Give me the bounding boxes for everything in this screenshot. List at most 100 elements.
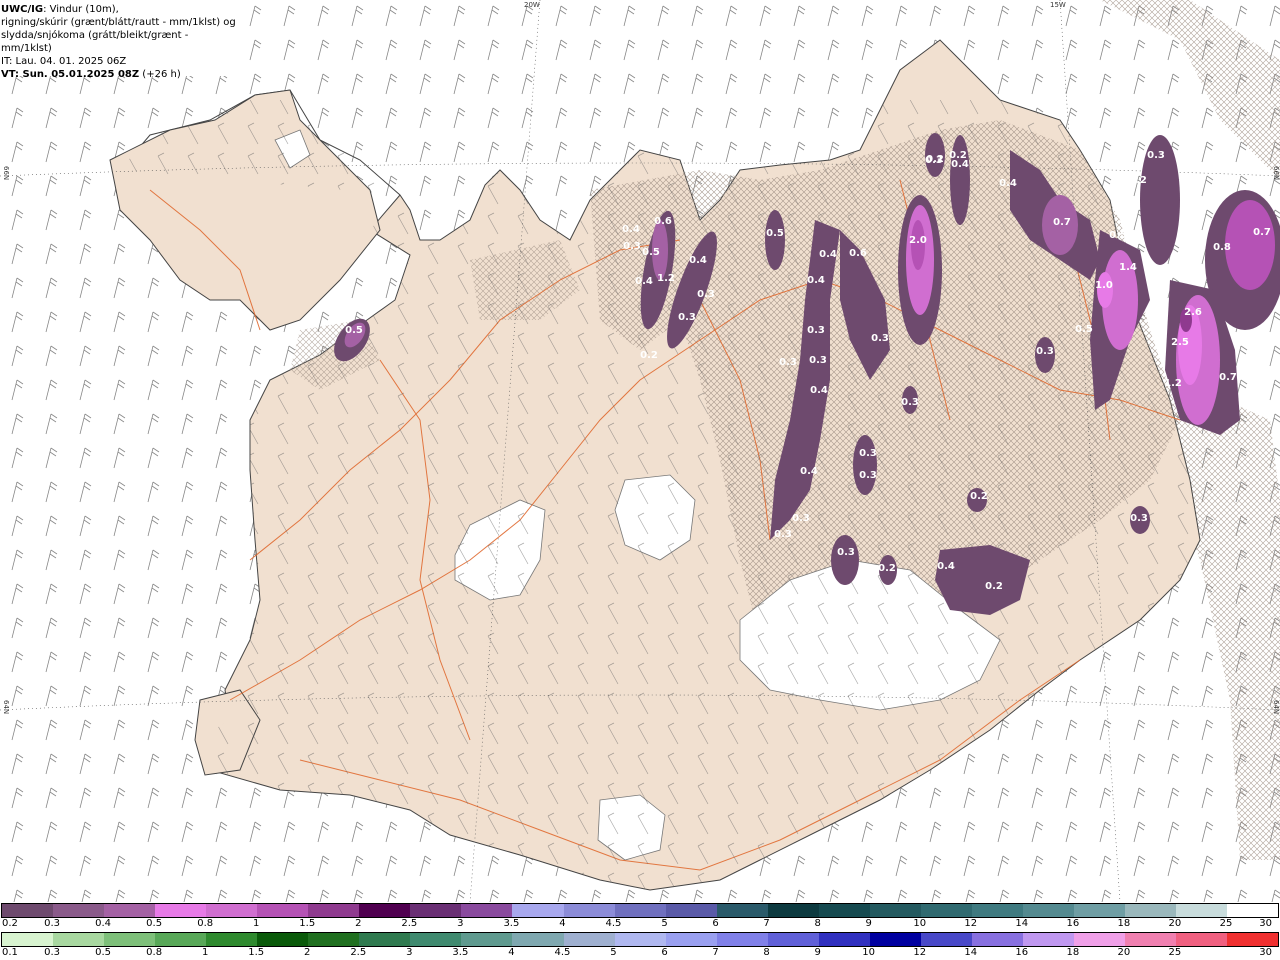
legend-swatch — [665, 904, 717, 917]
legend-swatch — [512, 904, 564, 917]
legend-swatch — [665, 933, 717, 946]
precip-value-label: 0.2 — [985, 581, 1003, 592]
legend-label: 8 — [814, 918, 821, 929]
legend-label: 4.5 — [605, 918, 622, 929]
legend-swatch — [1176, 933, 1228, 946]
legend-swatch — [869, 904, 921, 917]
legend-label: 12 — [964, 918, 978, 929]
legend-label: 10 — [913, 918, 927, 929]
legend-swatch — [104, 933, 156, 946]
legend-label: 18 — [1066, 947, 1080, 958]
precip-value-label: 0.4 — [937, 561, 955, 572]
legend-label: 2 — [304, 947, 311, 958]
legend-swatch — [971, 933, 1023, 946]
legend-label: 5 — [610, 947, 617, 958]
precip-value-label: 1.2 — [657, 273, 675, 284]
legend-label: 0.5 — [95, 947, 112, 958]
legend-label: 4 — [508, 947, 515, 958]
legend-swatch — [155, 904, 207, 917]
legend-label: 4.5 — [554, 947, 571, 958]
legend-swatch — [359, 904, 411, 917]
precip-value-label: 0.7 — [1253, 227, 1271, 238]
precip-value-label: 0.4 — [622, 224, 640, 235]
legend-label: 3 — [406, 947, 413, 958]
precip-value-label: 0.2 — [878, 563, 896, 574]
legend-swatch — [767, 933, 819, 946]
legend-swatch — [716, 904, 768, 917]
legend-label: 0.8 — [146, 947, 163, 958]
valid-time-offset: (+26 h) — [139, 69, 181, 80]
initial-time: IT: Lau. 04. 01. 2025 06Z — [1, 56, 127, 67]
legend-swatch — [2, 904, 54, 917]
legend-label: 7 — [712, 947, 719, 958]
legend-swatch — [818, 904, 870, 917]
legend-swatch — [1022, 904, 1074, 917]
legend-swatch — [206, 904, 258, 917]
legend-label: 20 — [1168, 918, 1182, 929]
precip-value-label: 0.6 — [654, 216, 672, 227]
legend-swatch — [767, 904, 819, 917]
legend-label: 14 — [1015, 918, 1029, 929]
legend-swatch — [1227, 933, 1279, 946]
precip-value-label: 0.3 — [792, 513, 810, 524]
legend-label: 0.3 — [44, 918, 60, 929]
legend-swatch — [818, 933, 870, 946]
legend-label: 0.5 — [146, 918, 163, 929]
color-legend: 0.2 0.3 0.4 0.5 0.8 1 1.5 2 2.5 3 3.5 4 4.5 5 6 7 8 9 10 12… — [0, 902, 1280, 960]
legend-swatch — [971, 904, 1023, 917]
precip-value-label: 1.0 — [1095, 280, 1113, 291]
legend-swatch — [920, 933, 972, 946]
legend-swatch — [1125, 933, 1177, 946]
precip-value-label: 0.4 — [951, 159, 969, 170]
legend-label: 16 — [1015, 947, 1029, 958]
legend-label: 3.5 — [503, 918, 520, 929]
legend-label: 7 — [763, 918, 770, 929]
precip-value-label: 0.3 — [1036, 346, 1054, 357]
legend-swatch — [512, 933, 564, 946]
legend-label: 18 — [1117, 918, 1131, 929]
lon-label-20w: 20W — [524, 1, 540, 9]
precip-value-label: 0.3 — [779, 357, 797, 368]
legend-label: 30 — [1259, 947, 1272, 958]
precip-value-label: 0.4 — [999, 178, 1017, 189]
precip-value-label: 0.4 — [635, 276, 653, 287]
legend-swatch — [53, 904, 105, 917]
legend-label: 6 — [712, 918, 719, 929]
legend-swatch — [1227, 904, 1279, 917]
legend-swatch — [920, 904, 972, 917]
legend-label: 3.5 — [452, 947, 469, 958]
precip-value-label: 0.5 — [1075, 324, 1093, 335]
legend-swatch — [308, 904, 360, 917]
legend-swatch — [1073, 933, 1126, 946]
legend-label: 2 — [355, 918, 362, 929]
precip-value-label: 1.2 — [1164, 378, 1182, 389]
weather-map: 0.2 0.30.3 0.40.40.70.51.41.02.62.51.20.70… — [0, 0, 1280, 902]
legend-label: 0.8 — [197, 918, 214, 929]
map-title: UWC/IG — [1, 4, 44, 15]
lon-label-15w: 15W — [1050, 1, 1066, 9]
legend-swatch — [53, 933, 105, 946]
precip-value-label: 0.3 — [678, 312, 696, 323]
precip-value-label: 2.6 — [1184, 307, 1202, 318]
legend-swatch — [614, 933, 666, 946]
precip-value-label: 2.0 — [909, 235, 927, 246]
legend-label: 14 — [964, 947, 978, 958]
precip-value-label: 0.2 — [970, 491, 988, 502]
precip-value-label: 0.4 — [800, 466, 818, 477]
precip-value-label: 0.3 — [809, 355, 827, 366]
legend-swatch — [206, 933, 258, 946]
precip-value-label: 0.5 — [766, 228, 784, 239]
precip-value-label: 0.7 — [1219, 372, 1237, 383]
precip-value-label: 0.2 — [1129, 175, 1147, 186]
lat-label-66n-right: 66N — [1272, 166, 1280, 181]
precip-value-label: 0.5 — [642, 247, 660, 258]
precip-value-label: 0.3 — [859, 470, 877, 481]
legend-rain-scale — [1, 932, 1279, 947]
lat-label-66n-left: 66N — [2, 166, 10, 181]
legend-label: 0.2 — [2, 918, 18, 929]
precip-value-label: 0.2 — [926, 154, 944, 165]
map-subtitle-line2: rigning/skúrir (grænt/blátt/rautt - mm/1… — [1, 17, 236, 28]
precip-value-label: 0.7 — [1053, 217, 1071, 228]
valid-time: VT: Sun. 05.01.2025 08Z — [1, 69, 140, 80]
legend-swatch — [563, 904, 615, 917]
